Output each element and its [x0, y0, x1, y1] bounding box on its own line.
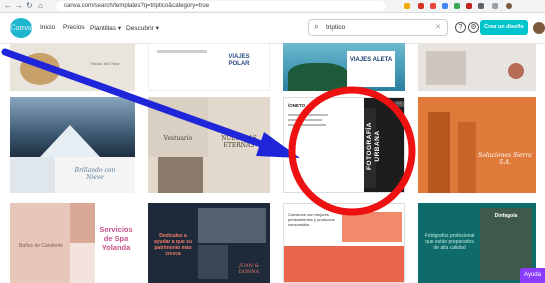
- annotation-overlay: [1, 48, 416, 216]
- highlight-circle: [288, 86, 416, 216]
- annotation-arrow: [1, 48, 282, 154]
- help-button[interactable]: Ayuda: [520, 268, 545, 283]
